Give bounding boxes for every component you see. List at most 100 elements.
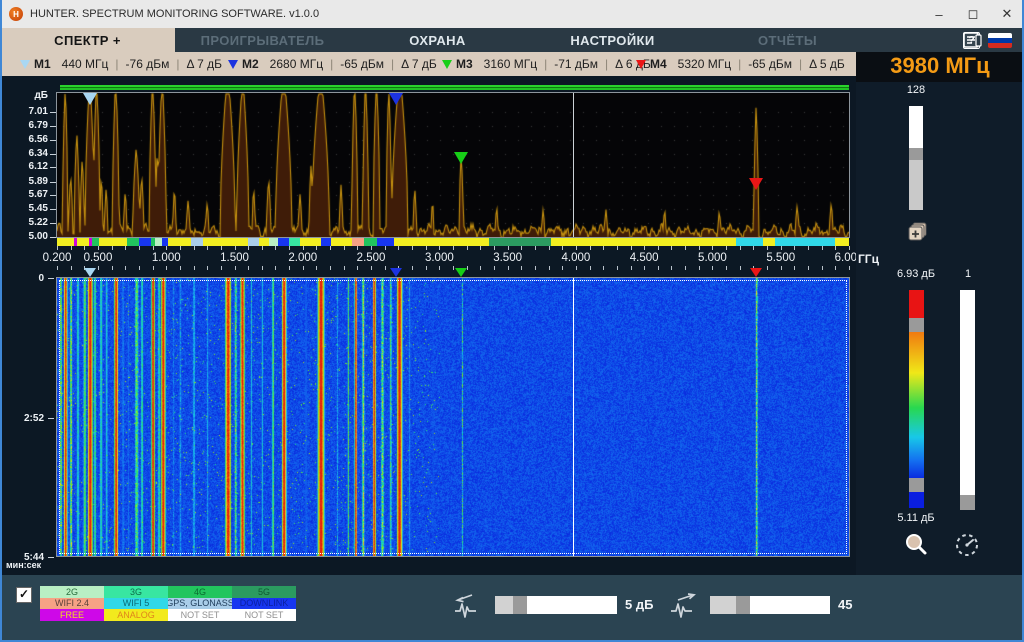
waterfall-marker-m3[interactable]: [455, 268, 467, 277]
x-tick-mark: [194, 266, 195, 270]
palette-slider[interactable]: [909, 290, 924, 508]
band-segment: [191, 238, 203, 246]
y-tick-label: 6.79: [14, 120, 48, 131]
y-tick-label: 6.34: [14, 148, 48, 159]
band-segment: [259, 238, 269, 246]
y-tick-mark: [50, 154, 56, 155]
tab-player[interactable]: ПРОИГРЫВАТЕЛЬ: [175, 28, 350, 52]
x-tick-mark: [221, 266, 222, 270]
x-tick-mark: [166, 266, 167, 270]
threshold-slider[interactable]: [495, 596, 617, 614]
tab-settings[interactable]: НАСТРОЙКИ: [525, 28, 700, 52]
band-segment: [352, 238, 364, 246]
legend-cell: 2G: [40, 586, 104, 598]
waterfall-cursor-line[interactable]: [573, 278, 574, 556]
waterfall-marker-m4[interactable]: [750, 268, 762, 277]
waterfall-marker-m2[interactable]: [390, 268, 402, 277]
y-tick-mark: [50, 167, 56, 168]
x-tick-mark: [262, 266, 263, 270]
gauge-icon[interactable]: [952, 530, 982, 560]
x-tick-mark: [822, 246, 823, 250]
x-tick-mark: [153, 266, 154, 270]
language-flag-icon[interactable]: [988, 33, 1012, 48]
band-segment: [321, 238, 332, 246]
legend-cell: ANALOG: [104, 609, 168, 621]
time-tick-label: 2:52: [16, 413, 44, 424]
report-icon[interactable]: [963, 32, 982, 48]
legend-cell: NOT SET: [168, 609, 232, 621]
x-tick-label: 3.500: [486, 252, 530, 264]
x-tick-mark: [139, 266, 140, 270]
x-tick-mark: [153, 246, 154, 250]
spectrum-marker-m3[interactable]: [454, 152, 468, 164]
x-tick-mark: [275, 266, 276, 270]
x-tick-mark: [180, 266, 181, 270]
band-segment: [394, 238, 488, 246]
x-tick-mark: [98, 266, 99, 270]
tab-reports[interactable]: ОТЧЁТЫ: [700, 28, 875, 52]
x-tick-mark: [617, 266, 618, 270]
x-tick-mark: [781, 266, 782, 270]
marker-readout-m1: M1440 МГц|-76 дБм|Δ 7 дБ: [20, 52, 227, 76]
bottom-bar: ✓ 2G3G4G5GWIFI 2.4WIFI 5GPS, GLONASSDOWN…: [0, 575, 1024, 642]
spectrum-cursor-line[interactable]: [573, 93, 574, 237]
threshold-line[interactable]: [60, 85, 849, 90]
averaging-slider[interactable]: [710, 596, 830, 614]
spectrum-plot[interactable]: [56, 92, 850, 238]
x-tick-label: 3.000: [417, 252, 461, 264]
band-segment: [203, 238, 248, 246]
averaging-up-icon[interactable]: [668, 591, 700, 621]
layers-add-icon[interactable]: [906, 220, 930, 244]
x-tick-mark: [344, 246, 345, 250]
x-tick-mark: [767, 246, 768, 250]
x-tick-mark: [712, 266, 713, 270]
legend-cell: 4G: [168, 586, 232, 598]
band-legend-table: 2G3G4G5GWIFI 2.4WIFI 5GPS, GLONASSDOWNLI…: [40, 586, 296, 621]
x-tick-mark: [166, 246, 167, 250]
tab-guard[interactable]: ОХРАНА: [350, 28, 525, 52]
threshold-down-icon[interactable]: [452, 591, 484, 621]
tab-spectrum[interactable]: СПЕКТР +: [0, 28, 175, 52]
avg-slider[interactable]: [960, 290, 975, 510]
x-tick-mark: [562, 246, 563, 250]
spectrum-canvas[interactable]: [57, 93, 849, 237]
x-tick-mark: [357, 266, 358, 270]
maximize-button[interactable]: ◻: [956, 0, 990, 28]
x-tick-mark: [521, 246, 522, 250]
threshold-slider-handle[interactable]: [513, 596, 527, 614]
legend-cell: DOWNLINK: [232, 598, 296, 610]
waterfall-canvas[interactable]: [57, 278, 849, 556]
close-button[interactable]: ✕: [990, 0, 1024, 28]
y-tick-label: 5.45: [14, 203, 48, 214]
minimize-button[interactable]: –: [922, 0, 956, 28]
waterfall-marker-m1[interactable]: [84, 268, 96, 277]
spectrum-marker-m2[interactable]: [389, 93, 403, 105]
legend-checkbox[interactable]: ✓: [16, 587, 32, 603]
scale-slider[interactable]: [909, 106, 923, 210]
x-tick-mark: [658, 266, 659, 270]
x-tick-mark: [808, 266, 809, 270]
zoom-icon[interactable]: [902, 530, 930, 558]
averaging-slider-handle[interactable]: [736, 596, 750, 614]
waterfall-plot[interactable]: [56, 277, 850, 557]
x-tick-mark: [207, 266, 208, 270]
x-tick-mark: [453, 266, 454, 270]
band-segment: [269, 238, 279, 246]
palette-max-handle[interactable]: [909, 318, 924, 332]
x-tick-mark: [808, 246, 809, 250]
x-tick-mark: [726, 266, 727, 270]
time-tick-label: 5:44: [16, 552, 44, 563]
avg-slider-handle[interactable]: [960, 495, 975, 510]
time-tick-mark: [48, 278, 54, 279]
marker-readout-m2: M22680 МГц|-65 дБм|Δ 7 дБ: [228, 52, 442, 76]
x-tick-mark: [357, 246, 358, 250]
x-tick-mark: [439, 266, 440, 270]
spectrum-marker-m4[interactable]: [749, 178, 763, 190]
x-tick-mark: [576, 246, 577, 250]
band-segment: [127, 238, 139, 246]
x-tick-label: 1.000: [144, 252, 188, 264]
scale-slider-handle[interactable]: [909, 148, 923, 160]
palette-min-handle[interactable]: [909, 478, 924, 492]
x-tick-mark: [590, 266, 591, 270]
spectrum-marker-m1[interactable]: [83, 93, 97, 105]
